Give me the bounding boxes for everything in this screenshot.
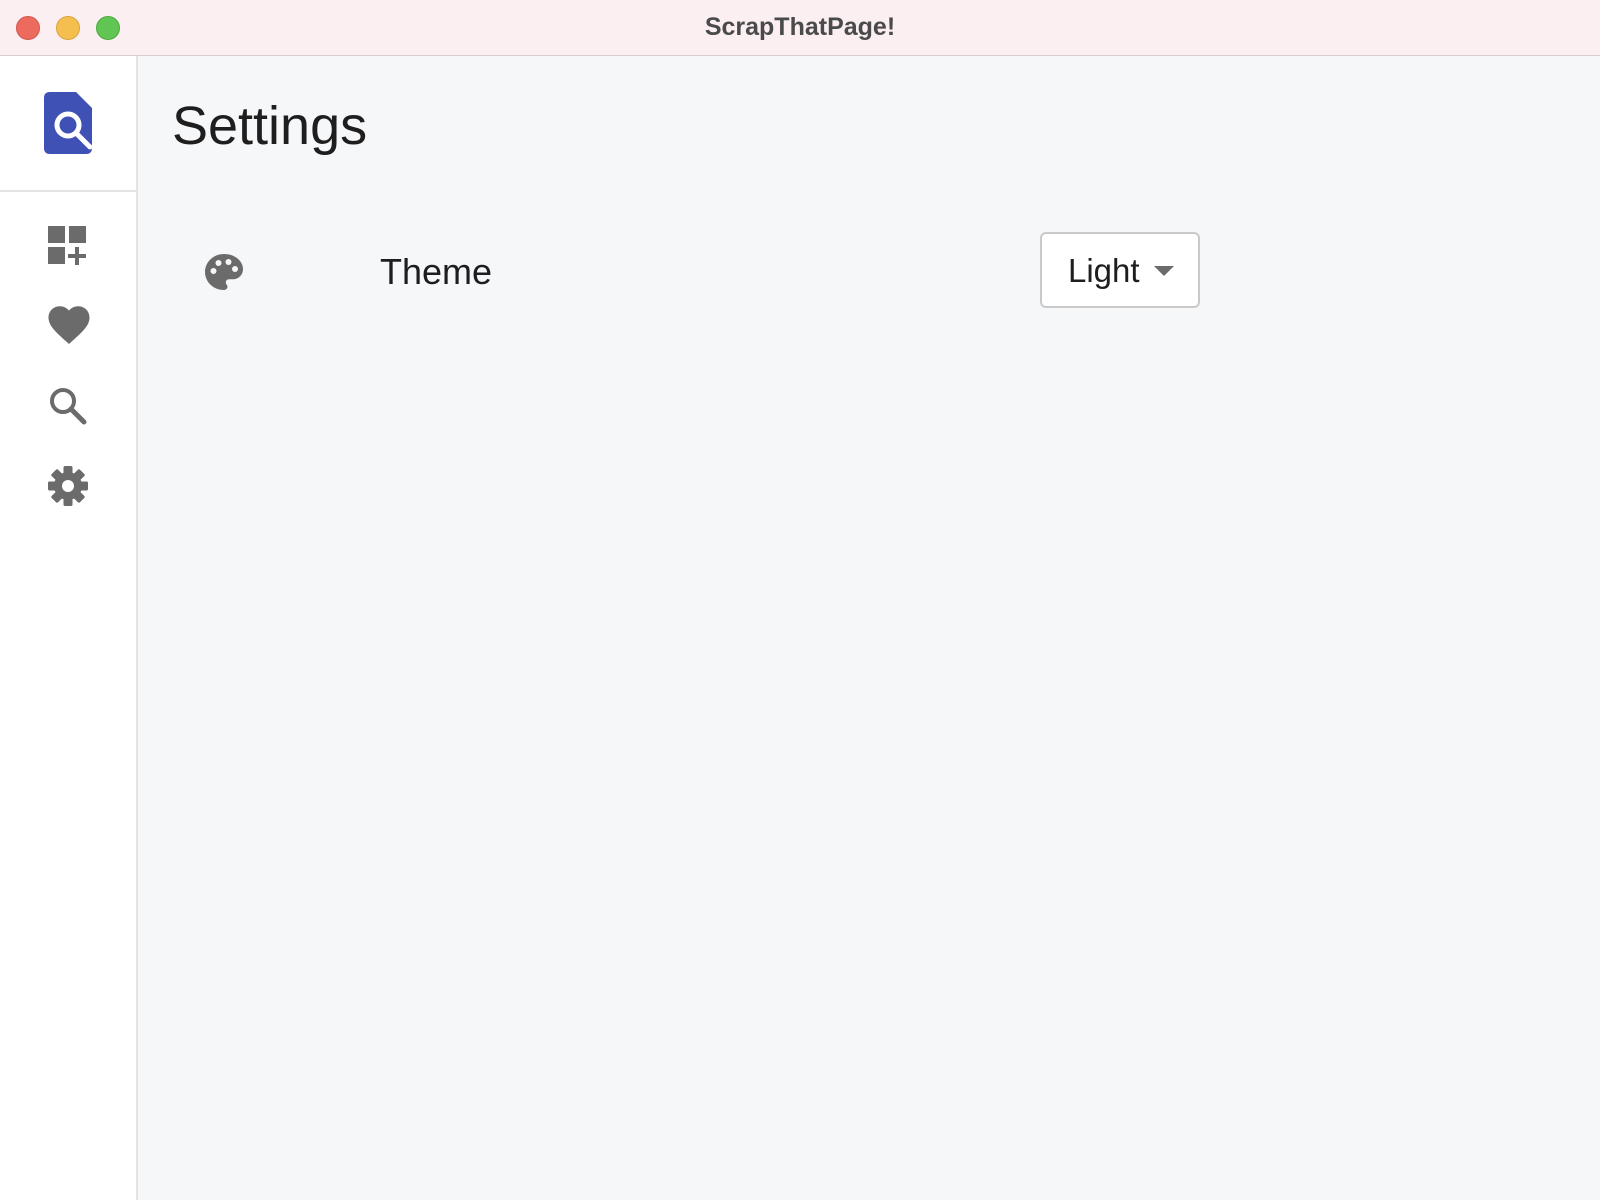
- app-window: ScrapThatPage! Settings Theme Light: [0, 0, 1600, 1200]
- chevron-down-icon: [1154, 266, 1174, 276]
- palette-icon: [205, 254, 243, 290]
- dashboard-add-icon: [48, 226, 86, 265]
- page-title: Settings: [172, 96, 368, 156]
- gear-icon: [48, 466, 88, 506]
- search-icon: [50, 388, 87, 425]
- document-search-icon: [44, 92, 92, 154]
- sidebar-item-search[interactable]: [38, 376, 98, 436]
- theme-label: Theme: [380, 251, 493, 292]
- main-content: Settings Theme Light: [138, 56, 1600, 1200]
- app-logo: [0, 56, 136, 192]
- theme-select-value: Light: [1068, 252, 1140, 289]
- sidebar-item-favorites[interactable]: [38, 296, 98, 356]
- sidebar-item-add-widget[interactable]: [38, 216, 98, 276]
- theme-setting-row: Theme Light: [202, 232, 1202, 312]
- theme-select[interactable]: Light: [1040, 232, 1200, 308]
- window-title: ScrapThatPage!: [704, 13, 896, 41]
- title-bar: ScrapThatPage!: [0, 0, 1600, 56]
- sidebar: [0, 56, 138, 1200]
- sidebar-item-settings[interactable]: [38, 456, 98, 516]
- heart-icon: [48, 306, 90, 344]
